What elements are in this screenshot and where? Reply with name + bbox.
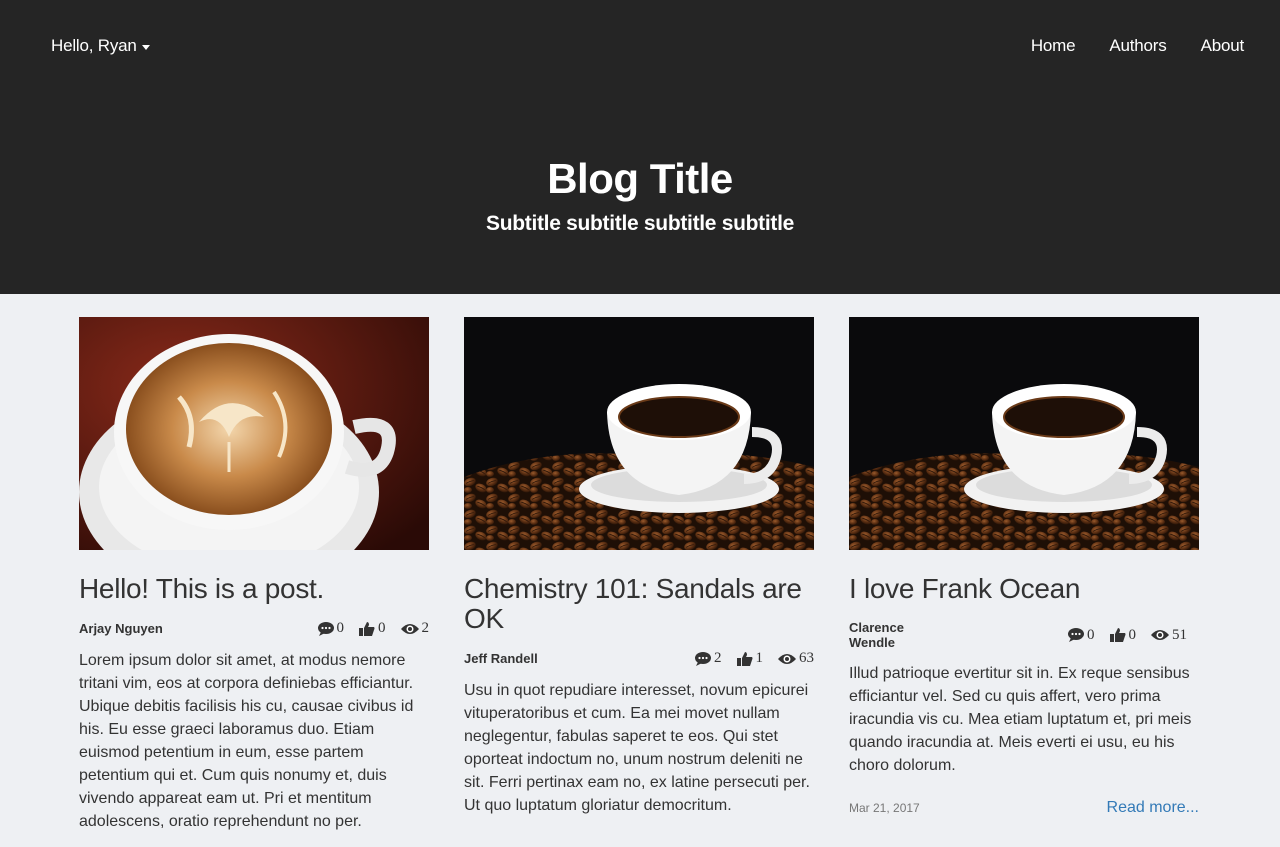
post-author[interactable]: Arjay Nguyen (79, 621, 163, 636)
comment-icon (695, 651, 711, 666)
post-author[interactable]: Jeff Randell (464, 651, 538, 666)
post-excerpt: Illud patrioque evertitur sit in. Ex req… (849, 665, 1192, 774)
coffee-beans-icon[interactable] (849, 317, 1199, 550)
post-title[interactable]: Chemistry 101: Sandals are OK (464, 574, 814, 634)
post-excerpt: Lorem ipsum dolor sit amet, at modus nem… (79, 652, 414, 830)
comment-icon (317, 621, 334, 636)
post-stats: 0 0 2 (303, 620, 429, 637)
top-nav: Home Authors About (997, 36, 1244, 56)
nav-link-authors[interactable]: Authors (1109, 36, 1166, 56)
eye-icon (400, 623, 419, 634)
thumbs-up-icon (359, 621, 375, 636)
post-stats: 0 0 51 (1053, 627, 1187, 644)
post-stats: 2 1 63 (680, 650, 814, 667)
hero-header: Hello, Ryan Home Authors About Blog Titl… (0, 0, 1280, 294)
eye-icon (1151, 630, 1169, 640)
post-card: I love Frank Ocean Clarence Wendle 0 0 5… (849, 317, 1199, 817)
user-greeting: Hello, Ryan (51, 36, 137, 55)
view-count: 2 (400, 620, 429, 637)
nav-link-home[interactable]: Home (1031, 36, 1076, 56)
like-count: 1 (736, 650, 763, 667)
post-footer: Mar 21, 2017 Read more... (849, 799, 1199, 817)
post-date: Mar 21, 2017 (849, 801, 920, 815)
read-more-link[interactable]: Read more... (1107, 799, 1199, 817)
eye-icon (778, 653, 796, 664)
thumbs-up-icon (1109, 628, 1125, 642)
post-title[interactable]: Hello! This is a post. (79, 574, 429, 604)
thumbs-up-icon (736, 651, 752, 666)
post-card: Hello! This is a post. Arjay Nguyen 0 0 … (79, 317, 429, 833)
caret-down-icon (141, 44, 150, 50)
post-meta: Clarence Wendle 0 0 51 (849, 620, 1199, 650)
user-menu-dropdown[interactable]: Hello, Ryan (51, 36, 150, 56)
blog-title: Blog Title (547, 155, 733, 202)
post-meta: Arjay Nguyen 0 0 2 (79, 620, 429, 637)
nav-link-about[interactable]: About (1201, 36, 1245, 56)
comment-count: 0 (317, 620, 344, 637)
view-count: 63 (778, 650, 814, 667)
view-count: 51 (1151, 627, 1187, 644)
post-title[interactable]: I love Frank Ocean (849, 574, 1199, 604)
comment-count: 0 (1068, 627, 1095, 644)
like-count: 0 (1109, 627, 1136, 644)
latte-art-icon[interactable] (79, 317, 429, 550)
coffee-beans-icon[interactable] (464, 317, 814, 550)
post-meta: Jeff Randell 2 1 63 (464, 650, 814, 667)
post-author[interactable]: Clarence Wendle (849, 620, 919, 650)
comment-count: 2 (695, 650, 722, 667)
blog-subtitle: Subtitle subtitle subtitle subtitle (485, 212, 794, 235)
like-count: 0 (359, 620, 386, 637)
post-excerpt: Usu in quot repudiare interesset, novum … (464, 682, 810, 814)
comment-icon (1068, 628, 1084, 642)
post-card: Chemistry 101: Sandals are OK Jeff Rande… (464, 317, 814, 817)
